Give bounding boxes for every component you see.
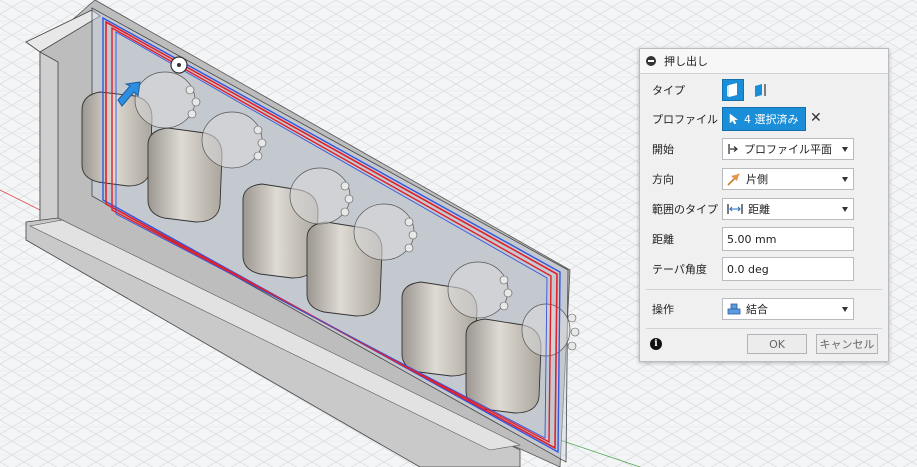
surface-extrude-icon — [755, 84, 766, 97]
join-icon — [727, 303, 741, 315]
profile-selected-count: 4 選択済み — [744, 113, 799, 126]
distance-label: 距離 — [652, 233, 674, 246]
profile-plane-icon — [728, 144, 738, 154]
profile-label: プロファイル — [652, 113, 718, 126]
solid-extrude-button[interactable] — [722, 79, 744, 101]
direction-select[interactable]: 片側 — [722, 168, 854, 190]
ok-button[interactable]: OK — [747, 334, 807, 354]
enclosure-left-wall — [39, 51, 59, 231]
taper-angle-label: テーパ角度 — [652, 263, 707, 276]
direction-row: 方向 片側 — [640, 166, 888, 192]
distance-row: 距離 — [640, 226, 888, 252]
direction-value: 片側 — [746, 173, 768, 186]
cancel-button[interactable]: キャンセル — [816, 334, 878, 354]
dialog-title: 押し出し — [664, 55, 708, 68]
dialog-header[interactable]: 押し出し — [640, 49, 888, 74]
close-icon[interactable]: ✕ — [810, 111, 824, 125]
extrude-dialog: 押し出し タイプ プロファイル 4 選択済み ✕ 開始 プロファイル平面 方向 — [639, 48, 889, 362]
cursor-arrow-icon — [729, 113, 739, 125]
type-row: タイプ — [640, 77, 888, 103]
surface-extrude-button[interactable] — [750, 79, 772, 101]
extent-type-label: 範囲のタイプ — [652, 203, 718, 216]
divider — [646, 328, 882, 329]
operation-row: 操作 結合 — [640, 296, 888, 322]
operation-value: 結合 — [746, 303, 768, 316]
chevron-down-icon — [842, 207, 848, 212]
taper-angle-row: テーパ角度 — [640, 256, 888, 282]
chevron-down-icon — [842, 177, 848, 182]
distance-input[interactable] — [722, 227, 854, 251]
operation-label: 操作 — [652, 303, 674, 316]
info-icon[interactable]: i — [650, 338, 662, 350]
distance-icon — [727, 204, 743, 214]
profile-select-button[interactable]: 4 選択済み — [722, 107, 806, 131]
chevron-down-icon — [842, 147, 848, 152]
start-value: プロファイル平面 — [744, 143, 832, 156]
profile-row: プロファイル 4 選択済み ✕ — [640, 106, 888, 132]
start-label: 開始 — [652, 143, 674, 156]
extent-type-select[interactable]: 距離 — [722, 198, 854, 220]
start-row: 開始 プロファイル平面 — [640, 136, 888, 162]
extent-type-value: 距離 — [748, 203, 770, 216]
start-select[interactable]: プロファイル平面 — [722, 138, 854, 160]
divider — [646, 289, 882, 290]
solid-extrude-icon — [727, 83, 737, 97]
chevron-down-icon — [842, 307, 848, 312]
direction-label: 方向 — [652, 173, 674, 186]
operation-select[interactable]: 結合 — [722, 298, 854, 320]
taper-angle-input[interactable] — [722, 257, 854, 281]
minus-circle-icon[interactable] — [646, 56, 656, 66]
one-side-icon — [727, 173, 740, 186]
extent-type-row: 範囲のタイプ 距離 — [640, 196, 888, 222]
type-label: タイプ — [652, 84, 685, 97]
